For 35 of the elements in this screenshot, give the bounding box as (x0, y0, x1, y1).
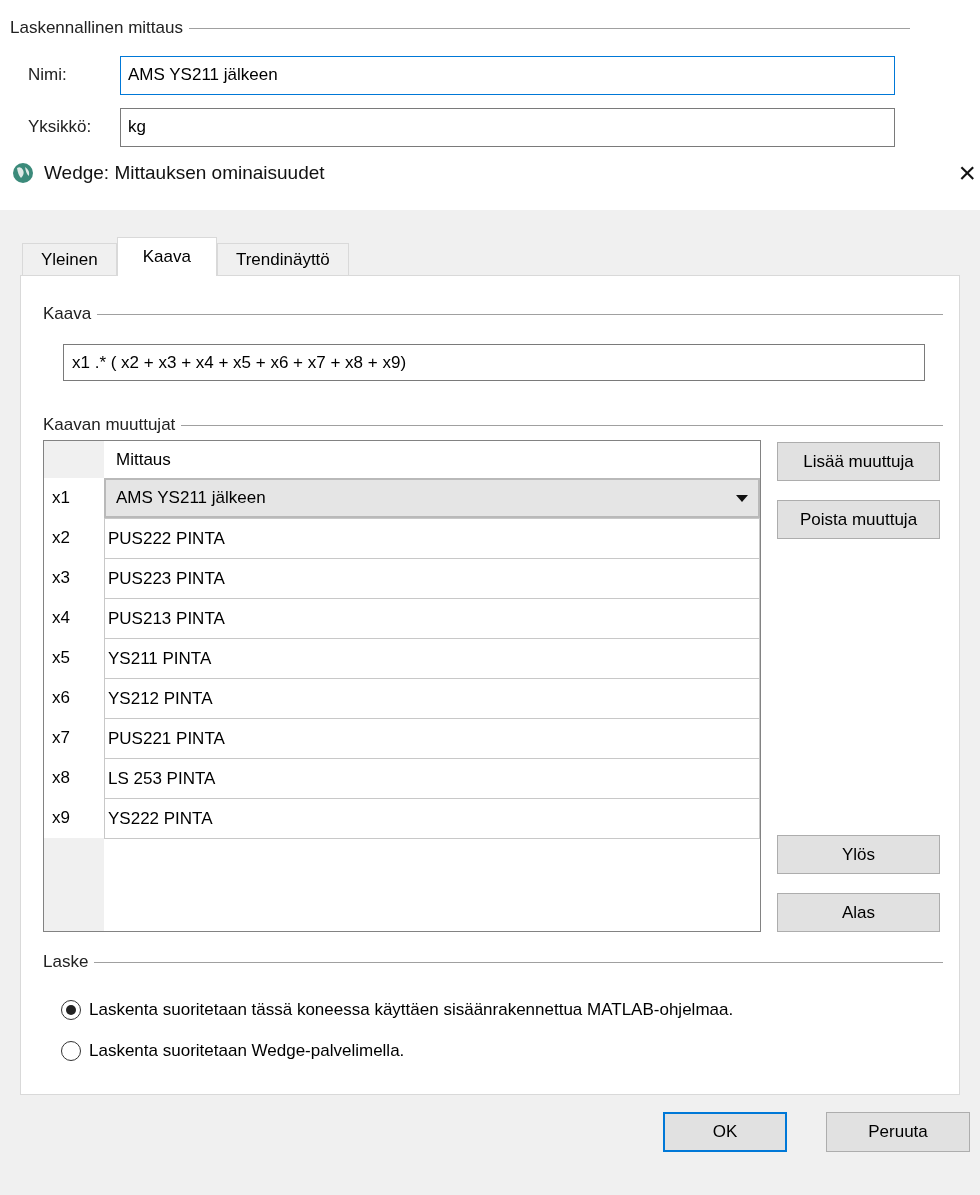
table-cell: YS211 PINTA (104, 638, 760, 679)
text-field[interactable]: AMS YS211 jälkeen (120, 55, 895, 95)
move-button[interactable]: Ylös (777, 835, 940, 874)
group-label: Laske (43, 952, 89, 972)
globe-icon (12, 162, 34, 184)
column-header: Mittaus (115, 448, 172, 471)
field-label: Yksikkö: (28, 117, 93, 137)
field-label: Nimi: (28, 65, 68, 85)
tab[interactable]: Trendinäyttö (216, 243, 349, 275)
radio-label: Laskenta suoritetaan Wedge-palvelimella. (89, 1041, 405, 1061)
variable-button[interactable]: Poista muuttuja (777, 500, 940, 539)
dropdown[interactable]: AMS YS211 jälkeen (104, 478, 760, 518)
tab[interactable]: Yleinen (22, 243, 117, 275)
table-cell: PUS222 PINTA (104, 518, 760, 559)
table-cell: LS 253 PINTA (104, 758, 760, 799)
table-cell: YS212 PINTA (104, 678, 760, 719)
group-label: Kaava (43, 304, 92, 324)
table-cell: PUS213 PINTA (104, 598, 760, 639)
move-button[interactable]: Alas (777, 893, 940, 932)
ok-button[interactable]: OK (663, 1112, 787, 1152)
group-label: Kaavan muuttujat (43, 415, 176, 435)
group-label: Laskennallinen mittaus (10, 18, 183, 38)
close-button[interactable]: × (958, 158, 976, 188)
formula-field[interactable]: x1 .* ( x2 + x3 + x4 + x5 + x6 + x7 + x8 + x9) (63, 344, 925, 381)
text-field[interactable]: kg (120, 107, 895, 147)
table-cell: PUS221 PINTA (104, 718, 760, 759)
tab[interactable]: Kaava (116, 237, 217, 276)
caret-icon (736, 494, 748, 502)
cancel-button[interactable]: Peruuta (826, 1112, 970, 1152)
window-title: Wedge: Mittauksen ominaisuudet (44, 162, 325, 184)
table-cell: YS222 PINTA (104, 798, 760, 839)
radio-label: Laskenta suoritetaan tässä koneessa käyttäen sisäänrakennettua MATLAB-ohjelmaa. (89, 1000, 734, 1020)
header-corner (44, 441, 104, 478)
variable-button[interactable]: Lisää muuttuja (777, 442, 940, 481)
table-cell: PUS223 PINTA (104, 558, 760, 599)
